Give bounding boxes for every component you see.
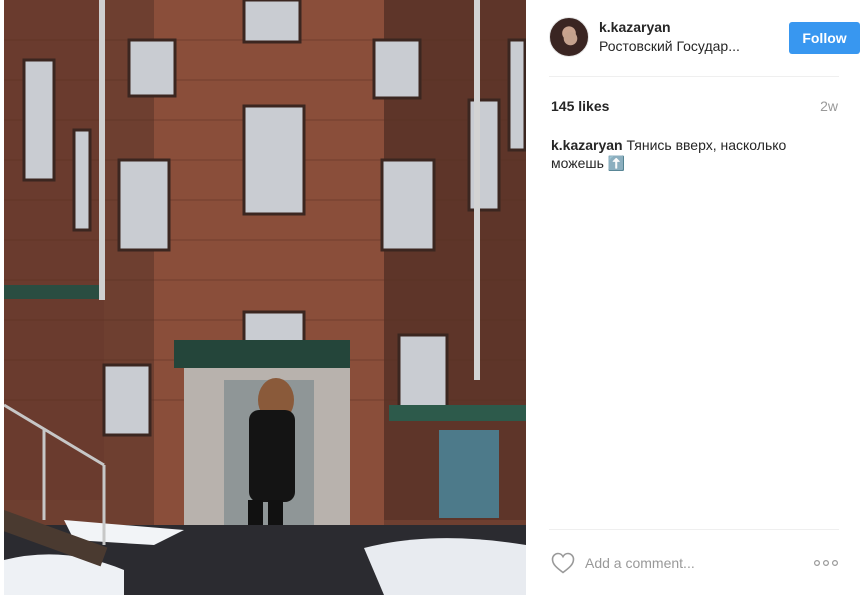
post-photo[interactable] [4, 0, 526, 595]
username-link[interactable]: k.kazaryan [599, 19, 671, 35]
post-caption: k.kazaryan Тянись вверх, насколько можеш… [551, 136, 831, 172]
post-side-panel: k.kazaryan Ростовский Государ... Follow … [527, 0, 861, 595]
more-options-icon[interactable] [813, 556, 839, 568]
avatar[interactable] [549, 17, 589, 57]
post-time[interactable]: 2w [820, 98, 838, 114]
follow-button[interactable]: Follow [789, 22, 860, 54]
comment-divider [549, 529, 839, 530]
comment-bar [549, 546, 839, 580]
caption-username[interactable]: k.kazaryan [551, 137, 623, 153]
location-link[interactable]: Ростовский Государ... [599, 38, 740, 54]
heart-icon[interactable] [551, 552, 575, 574]
photo-scene [4, 0, 526, 595]
header-divider [549, 76, 839, 77]
likes-count[interactable]: 145 likes [551, 98, 609, 114]
instagram-post: k.kazaryan Ростовский Государ... Follow … [0, 0, 861, 595]
post-header: k.kazaryan Ростовский Государ... Follow [549, 16, 860, 60]
comment-input[interactable] [585, 552, 795, 574]
